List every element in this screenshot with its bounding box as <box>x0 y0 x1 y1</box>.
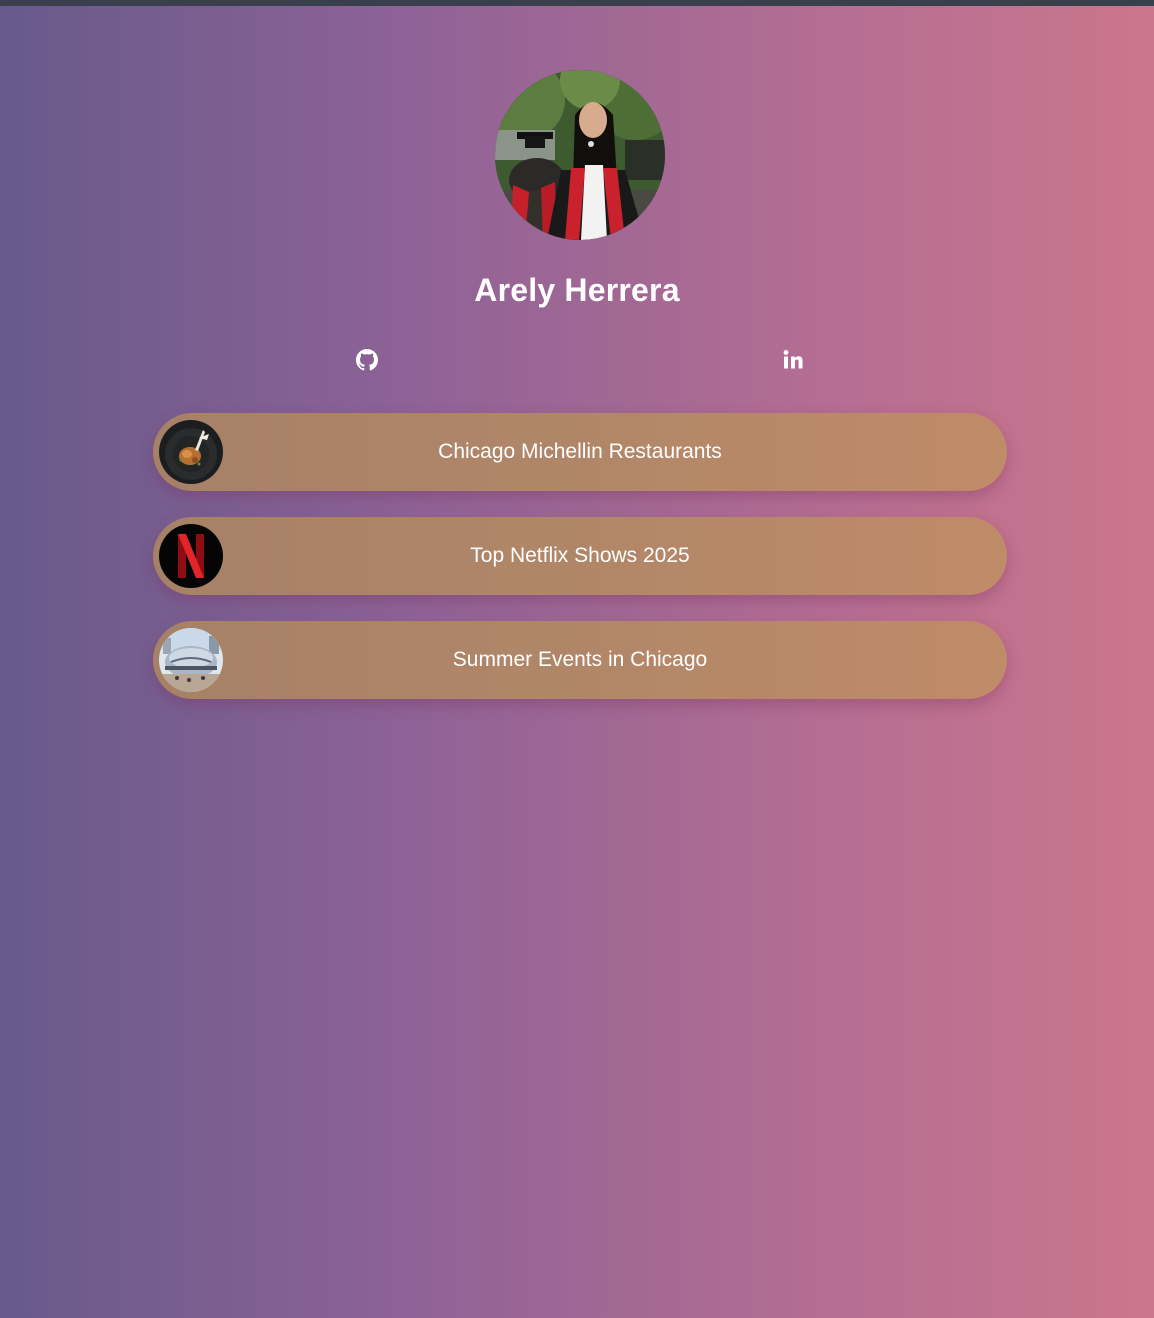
link-label: Top Netflix Shows 2025 <box>470 544 690 567</box>
profile-photo <box>495 70 665 240</box>
link-card-netflix-shows[interactable]: Top Netflix Shows 2025 <box>153 517 1007 595</box>
linkedin-link[interactable] <box>781 348 805 372</box>
github-icon <box>356 349 378 371</box>
linkedin-icon <box>783 350 803 369</box>
link-card-michelin-restaurants[interactable]: Chicago Michellin Restaurants <box>153 413 1007 491</box>
link-card-summer-events[interactable]: Summer Events in Chicago <box>153 621 1007 699</box>
link-label: Summer Events in Chicago <box>452 648 708 671</box>
profile-name: Arely Herrera <box>474 272 680 308</box>
github-link[interactable] <box>355 348 379 372</box>
browser-top-strip <box>0 0 1154 6</box>
profile-avatar <box>495 70 665 240</box>
link-label: Chicago Michellin Restaurants <box>438 440 722 463</box>
